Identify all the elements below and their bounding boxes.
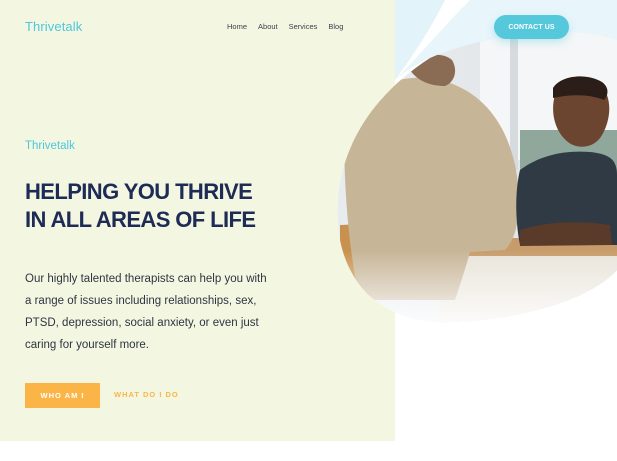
site-logo[interactable]: Thrivetalk <box>25 19 82 34</box>
main-nav: Home About Services Blog <box>227 22 343 31</box>
hero-description: Our highly talented therapists can help … <box>25 273 267 351</box>
nav-blog-link[interactable]: Blog <box>328 22 343 31</box>
nav-about-link[interactable]: About <box>258 22 278 31</box>
contact-us-button[interactable]: CONTACT US <box>494 15 569 39</box>
nav-services-link[interactable]: Services <box>289 22 318 31</box>
hero-headline: HELPING YOU THRIVE IN ALL AREAS OF LIFE <box>25 179 256 232</box>
what-do-i-do-link[interactable]: WHAT DO I DO <box>114 390 179 399</box>
page: Thrivetalk Home About Services Blog CONT… <box>0 0 617 461</box>
who-am-i-button[interactable]: WHO AM I <box>25 383 100 408</box>
hero-tagline: Thrivetalk <box>25 140 75 152</box>
nav-home-link[interactable]: Home <box>227 22 247 31</box>
